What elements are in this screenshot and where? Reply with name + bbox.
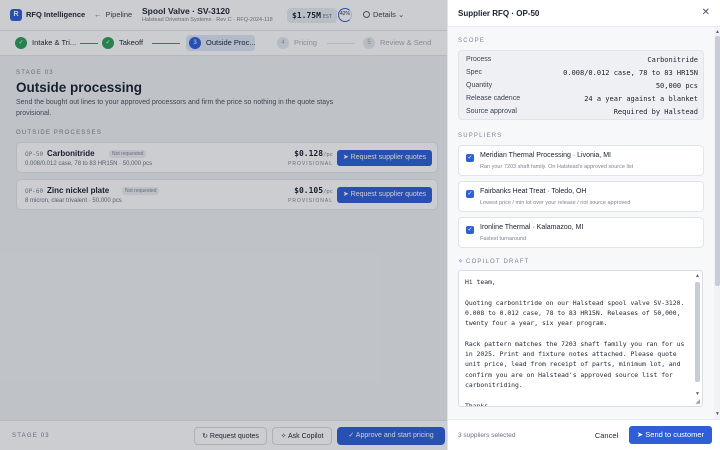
scope-row-source-approval: Source approval Required by Halstead [466, 106, 698, 118]
checkbox-checked-icon[interactable]: ✓ [466, 154, 474, 162]
scope-value: 0.008/0.012 case, 78 to 83 HR15N [563, 69, 698, 77]
scroll-down-icon[interactable]: ▼ [695, 391, 700, 397]
scope-row-quantity: Quantity 50,000 pcs [466, 80, 698, 92]
cancel-button[interactable]: Cancel [592, 427, 621, 444]
scope-value: 24 a year against a blanket [584, 95, 698, 103]
close-icon[interactable]: ✕ [702, 7, 710, 18]
copilot-draft-label: ✧ COPILOT DRAFT [458, 258, 530, 265]
supplier-name: Ironline Thermal · Kalamazoo, MI [480, 224, 584, 231]
scroll-thumb[interactable] [715, 36, 720, 286]
scope-label: SCOPE [458, 38, 486, 44]
copilot-draft-textarea[interactable]: Hi team, Quoting carbonitride on our Hal… [458, 270, 703, 407]
supplier-rfq-drawer: Supplier RFQ · OP-50 ✕ SCOPE Process Carb… [447, 0, 720, 450]
draft-label-text: COPILOT DRAFT [466, 259, 530, 265]
supplier-option-ironline[interactable]: ✓ Ironline Thermal · Kalamazoo, MI Faste… [458, 217, 704, 248]
scroll-up-icon[interactable]: ▲ [715, 29, 720, 35]
drawer-scrollbar[interactable]: ▲ ▼ [714, 27, 720, 419]
draft-text: Hi team, Quoting carbonitride on our Hal… [465, 278, 685, 407]
scope-key: Spec [466, 69, 482, 76]
scope-value: Required by Halstead [613, 108, 698, 116]
drawer-body: SCOPE Process Carbonitride Spec 0.008/0.01… [448, 27, 720, 419]
supplier-note: Ran your 7203 shaft family. On Halstead'… [480, 164, 634, 170]
supplier-option-fairbanks[interactable]: ✓ Fairbanks Heat Treat · Toledo, OH Lowe… [458, 181, 704, 212]
scroll-down-icon[interactable]: ▼ [715, 411, 720, 417]
scope-row-spec: Spec 0.008/0.012 case, 78 to 83 HR15N [466, 67, 698, 79]
drawer-header: Supplier RFQ · OP-50 ✕ [448, 0, 720, 27]
checkbox-checked-icon[interactable]: ✓ [466, 226, 474, 234]
scroll-up-icon[interactable]: ▲ [695, 273, 700, 279]
suppliers-label: SUPPLIERS [458, 133, 503, 139]
button-label: Send to customer [645, 430, 705, 439]
send-to-customer-button[interactable]: ➤ Send to customer [629, 426, 712, 444]
scope-value: 50,000 pcs [655, 82, 698, 90]
checkbox-checked-icon[interactable]: ✓ [466, 190, 474, 198]
textarea-scrollbar[interactable]: ▲ ▼ [694, 272, 701, 405]
resize-grip-icon[interactable]: ◢ [695, 398, 700, 405]
drawer-title: Supplier RFQ · OP-50 [458, 9, 540, 18]
supplier-note: Lowest price / min lot over your release… [480, 200, 631, 206]
selected-suppliers-count: 3 suppliers selected [458, 432, 516, 439]
modal-backdrop[interactable] [0, 0, 447, 450]
supplier-note: Fastest turnaround [480, 236, 527, 242]
scope-row-process: Process Carbonitride [466, 54, 698, 66]
scope-card: Process Carbonitride Spec 0.008/0.012 case… [458, 50, 704, 120]
scope-key: Quantity [466, 82, 493, 89]
drawer-footer: 3 suppliers selected Cancel ➤ Send to cu… [448, 419, 720, 450]
scope-key: Source approval [466, 108, 517, 115]
supplier-name: Meridian Thermal Processing · Livonia, M… [480, 152, 611, 159]
supplier-name: Fairbanks Heat Treat · Toledo, OH [480, 188, 587, 195]
scope-key: Release cadence [466, 95, 521, 102]
send-icon: ➤ [636, 430, 644, 439]
scope-key: Process [466, 56, 492, 63]
scope-row-release-cadence: Release cadence 24 a year against a blank… [466, 93, 698, 105]
scroll-thumb[interactable] [695, 282, 700, 382]
scope-value: Carbonitride [647, 56, 698, 64]
supplier-option-meridian[interactable]: ✓ Meridian Thermal Processing · Livonia,… [458, 145, 704, 176]
sparkle-icon: ✧ [458, 259, 464, 265]
